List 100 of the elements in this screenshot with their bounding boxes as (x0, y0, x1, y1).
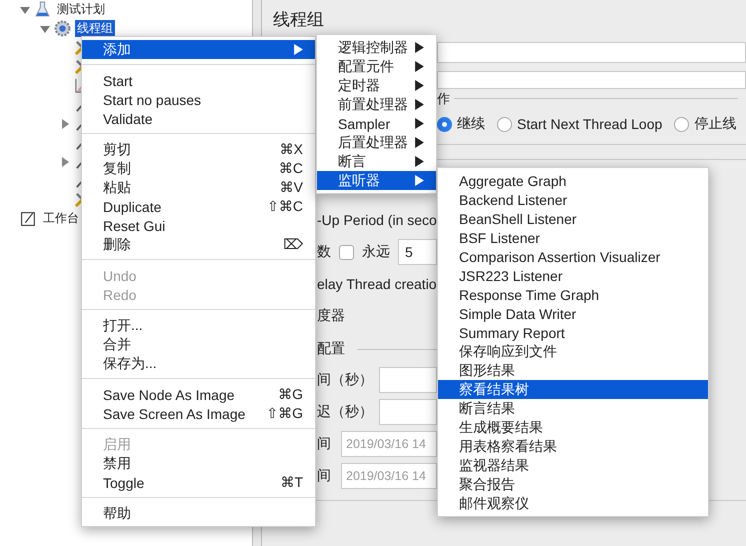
input-field[interactable]: 5 (398, 239, 437, 265)
collapse-arrow-icon[interactable] (40, 24, 50, 34)
gear-icon (54, 20, 71, 37)
form-label: -Up Period (in seco (317, 212, 437, 228)
expand-arrow-icon[interactable] (60, 156, 70, 166)
menu-item[interactable]: 打开... (82, 316, 315, 335)
menu-label: 保存为... (103, 354, 157, 372)
menu-label: 添加 (103, 40, 131, 58)
menu-item[interactable]: Duplicate ⇧⌘C (82, 197, 315, 216)
tree-item[interactable]: 测试计划 (55, 1, 107, 18)
menu-item[interactable]: Start (82, 71, 315, 90)
menu-item[interactable]: Backend Listener (438, 190, 708, 209)
menu-item[interactable]: Summary Report (438, 323, 708, 342)
menu-label: Save Screen As Image (103, 406, 246, 422)
input-field[interactable] (379, 367, 437, 393)
menu-item[interactable]: 剪切 ⌘X (82, 140, 315, 159)
radio-option[interactable]: 停止线 (674, 115, 736, 133)
shortcut-label: ⇧⌘C (267, 198, 303, 215)
radio-option[interactable]: Start Next Thread Loop (497, 116, 662, 132)
menu-item[interactable]: Response Time Graph (438, 285, 708, 304)
menu-label: 剪切 (103, 140, 131, 158)
menu-label: 配置元件 (338, 58, 394, 76)
menu-label: Save Node As Image (103, 386, 235, 402)
menu-item[interactable]: Save Node As Image ⌘G (82, 385, 315, 404)
menu-item[interactable]: Toggle ⌘T (82, 473, 315, 492)
menu-item[interactable]: Save Screen As Image ⇧⌘G (82, 404, 315, 423)
shortcut-label: ⌘G (278, 386, 303, 403)
collapse-arrow-icon[interactable] (20, 4, 30, 14)
menu-label: 复制 (103, 160, 131, 178)
menu-label: Reset Gui (103, 218, 166, 234)
form-label: 间 (317, 435, 332, 453)
menu-label: Start no pauses (103, 92, 202, 108)
menu-item[interactable]: 添加 (82, 40, 315, 59)
menu-item[interactable]: 复制 ⌘C (82, 159, 315, 178)
menu-item[interactable]: BeanShell Listener (438, 209, 708, 228)
checkbox[interactable] (339, 244, 354, 260)
menu-item[interactable]: 定时器 (317, 76, 436, 95)
tree-item[interactable]: 工作台 (41, 210, 81, 227)
menu-label: 断言 (338, 152, 366, 170)
notepad-icon (20, 210, 37, 227)
menu-label: 启用 (103, 436, 131, 454)
menu-label: 粘贴 (103, 178, 131, 196)
input-field[interactable] (379, 399, 437, 425)
flask-icon (34, 1, 51, 18)
menu-item[interactable]: 用表格察看结果 (438, 437, 708, 456)
menu-item[interactable]: Comparison Assertion Visualizer (438, 247, 708, 266)
menu-item[interactable]: 聚合报告 (438, 475, 708, 494)
menu-label: 前置处理器 (338, 96, 408, 114)
menu-item[interactable]: 生成概要结果 (438, 418, 708, 437)
checkbox-label: 永远 (362, 243, 390, 261)
menu-item[interactable]: 监听器 (317, 171, 436, 190)
menu-label: Toggle (103, 474, 144, 490)
menu-item[interactable]: 合并 (82, 335, 315, 354)
name-field[interactable] (437, 42, 746, 63)
menu-item[interactable]: Sampler (317, 114, 436, 133)
menu-item[interactable]: BSF Listener (438, 228, 708, 247)
menu-label: Duplicate (103, 198, 162, 214)
shortcut-label: ⌘C (278, 160, 303, 177)
menu-label: Redo (103, 286, 136, 302)
shortcut-label: ⌘T (280, 474, 303, 491)
menu-item[interactable]: 删除 ⌦ (82, 235, 315, 254)
menu-item[interactable]: 粘贴 ⌘V (82, 178, 315, 197)
group-label: 作 (437, 90, 450, 108)
comment-field[interactable] (437, 71, 746, 89)
menu-item[interactable]: 断言 (317, 152, 436, 171)
shortcut-label: ⇧⌘G (266, 405, 303, 422)
form-label: elay Thread creatio (317, 276, 437, 292)
menu-label: Sampler (338, 116, 390, 132)
tree-item[interactable]: 线程组 (75, 20, 115, 37)
menu-item[interactable]: 断言结果 (438, 399, 708, 418)
menu-item[interactable]: 察看结果树 (438, 380, 708, 399)
menu-item[interactable]: 邮件观察仪 (438, 494, 708, 513)
shortcut-label: ⌦ (283, 236, 303, 253)
menu-item[interactable]: 保存响应到文件 (438, 342, 708, 361)
menu-item[interactable]: Reset Gui (82, 216, 315, 235)
shortcut-label: ⌘V (280, 179, 303, 196)
menu-label: 打开... (103, 316, 143, 334)
menu-item[interactable]: Start no pauses (82, 90, 315, 109)
expand-arrow-icon[interactable] (60, 118, 70, 128)
menu-item[interactable]: Validate (82, 109, 315, 128)
menu-item[interactable]: 保存为... (82, 354, 315, 373)
menu-label: 定时器 (338, 76, 380, 94)
menu-label: 监听器 (338, 172, 380, 190)
menu-item[interactable]: 禁用 (82, 454, 315, 473)
menu-item[interactable]: Simple Data Writer (438, 304, 708, 323)
menu-item[interactable]: 监视器结果 (438, 456, 708, 475)
group-label: 配置 (317, 340, 345, 358)
menu-item[interactable]: 帮助 (82, 504, 315, 523)
menu-item[interactable]: 配置元件 (317, 57, 436, 76)
menu-item[interactable]: JSR223 Listener (438, 266, 708, 285)
menu-item[interactable]: 逻辑控制器 (317, 38, 436, 57)
menu-item[interactable]: Aggregate Graph (438, 171, 708, 190)
menu-label: Validate (103, 110, 153, 126)
form-label: 间 (317, 467, 332, 485)
menu-item[interactable]: 后置处理器 (317, 133, 436, 152)
form-label: 迟（秒） (317, 403, 371, 421)
form-label: 间（秒） (317, 371, 371, 389)
menu-label: 帮助 (103, 504, 131, 522)
menu-item[interactable]: 图形结果 (438, 361, 708, 380)
menu-item[interactable]: 前置处理器 (317, 95, 436, 114)
